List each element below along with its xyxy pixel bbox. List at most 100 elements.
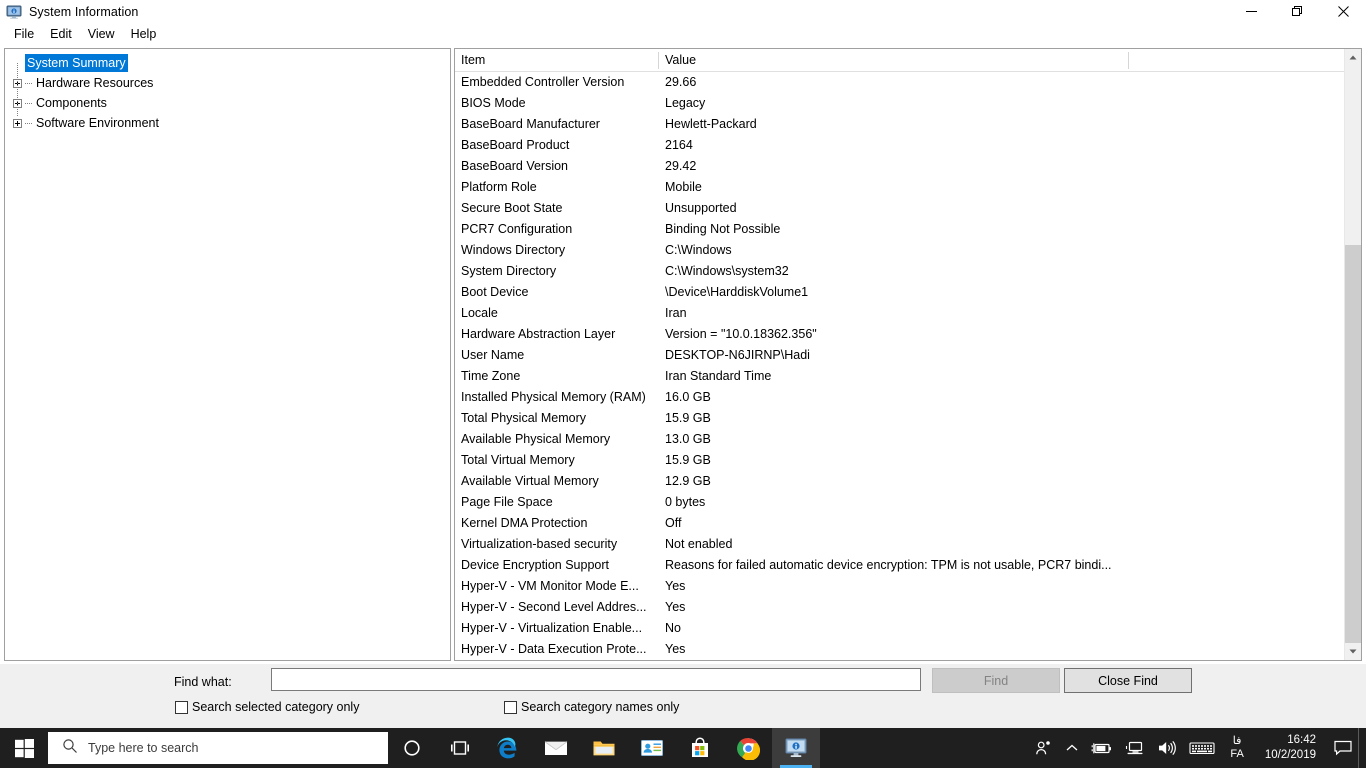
list-row[interactable]: Time Zone Iran Standard Time xyxy=(455,366,1361,387)
cell-value: Legacy xyxy=(665,96,706,110)
plus-box[interactable] xyxy=(12,118,22,128)
touch-keyboard-icon[interactable] xyxy=(1183,728,1221,768)
cell-item: Total Virtual Memory xyxy=(461,453,575,467)
cell-value: No xyxy=(665,621,681,635)
search-placeholder: Type here to search xyxy=(88,741,199,755)
list-row[interactable]: Hyper-V - VM Monitor Mode E... Yes xyxy=(455,576,1361,597)
mail-icon[interactable] xyxy=(532,728,580,768)
find-input[interactable] xyxy=(271,668,921,691)
cell-value: \Device\HarddiskVolume1 xyxy=(665,285,809,299)
list-row[interactable]: Hyper-V - Second Level Addres... Yes xyxy=(455,597,1361,618)
scrollbar-thumb[interactable] xyxy=(1345,244,1361,643)
list-row[interactable]: User Name DESKTOP-N6JIRNP\Hadi xyxy=(455,345,1361,366)
cell-item: BaseBoard Product xyxy=(461,138,570,152)
list-row[interactable]: Installed Physical Memory (RAM) 16.0 GB xyxy=(455,387,1361,408)
column-header-value[interactable]: Value xyxy=(659,49,1129,72)
list-row[interactable]: Available Physical Memory 13.0 GB xyxy=(455,429,1361,450)
menu-file[interactable]: File xyxy=(6,24,42,44)
cell-item: Hyper-V - Virtualization Enable... xyxy=(461,621,643,635)
list-row[interactable]: Hyper-V - Data Execution Prote... Yes xyxy=(455,639,1361,660)
find-button[interactable]: Find xyxy=(932,668,1060,693)
cell-value: Mobile xyxy=(665,180,702,194)
microsoft-edge-icon[interactable] xyxy=(484,728,532,768)
menu-view[interactable]: View xyxy=(80,24,123,44)
list-row[interactable]: BaseBoard Version 29.42 xyxy=(455,156,1361,177)
network-icon[interactable] xyxy=(1119,728,1151,768)
close-icon[interactable] xyxy=(1320,0,1366,23)
cell-value: 15.9 GB xyxy=(665,453,711,467)
system-tray: فا FA 16:42 10/2/2019 xyxy=(1029,728,1366,768)
title-bar: System Information xyxy=(0,0,1366,23)
start-button[interactable] xyxy=(0,728,48,768)
people-icon[interactable] xyxy=(1029,728,1059,768)
scrollbar-track[interactable] xyxy=(1345,66,1361,643)
language-indicator[interactable]: فا FA xyxy=(1221,728,1252,768)
category-tree: System Summary Hardware Resources Componen… xyxy=(5,49,450,133)
list-row[interactable]: Boot Device \Device\HarddiskVolume1 xyxy=(455,282,1361,303)
list-row[interactable]: System Directory C:\Windows\system32 xyxy=(455,261,1361,282)
vertical-scrollbar[interactable] xyxy=(1344,49,1361,660)
taskbar-system-information-icon[interactable] xyxy=(772,728,820,768)
cortana-icon[interactable] xyxy=(388,728,436,768)
windows-logo-icon xyxy=(14,738,34,758)
list-row[interactable]: BaseBoard Product 2164 xyxy=(455,135,1361,156)
details-list-pane: Item Value Embedded Controller Version 29… xyxy=(454,48,1362,661)
action-center-icon[interactable] xyxy=(1328,728,1358,768)
clock[interactable]: 16:42 10/2/2019 xyxy=(1253,728,1328,768)
list-row[interactable]: Available Virtual Memory 12.9 GB xyxy=(455,471,1361,492)
cell-item: Embedded Controller Version xyxy=(461,75,625,89)
list-row[interactable]: Total Physical Memory 15.9 GB xyxy=(455,408,1361,429)
scroll-up-icon[interactable] xyxy=(1345,49,1361,66)
file-explorer-icon[interactable] xyxy=(580,728,628,768)
cell-item: Windows Directory xyxy=(461,243,566,257)
show-desktop-button[interactable] xyxy=(1358,728,1366,768)
menu-help[interactable]: Help xyxy=(123,24,165,44)
cell-value: C:\Windows\system32 xyxy=(665,264,789,278)
column-header-filler xyxy=(1129,49,1361,72)
contacts-people-icon[interactable] xyxy=(628,728,676,768)
show-hidden-icons-icon[interactable] xyxy=(1059,728,1085,768)
list-row[interactable]: Hardware Abstraction Layer Version = "10.… xyxy=(455,324,1361,345)
tree-connector-line xyxy=(25,82,32,84)
list-row[interactable]: Secure Boot State Unsupported xyxy=(455,198,1361,219)
list-row[interactable]: BIOS Mode Legacy xyxy=(455,93,1361,114)
tree-node-software-environment[interactable]: Software Environment xyxy=(5,113,450,133)
list-row[interactable]: Device Encryption Support Reasons for fai… xyxy=(455,555,1361,576)
search-category-names-checkbox[interactable]: Search category names only xyxy=(504,700,679,714)
menu-edit[interactable]: Edit xyxy=(42,24,80,44)
scroll-down-icon[interactable] xyxy=(1345,643,1361,660)
list-row[interactable]: Windows Directory C:\Windows xyxy=(455,240,1361,261)
list-row[interactable]: Hyper-V - Virtualization Enable... No xyxy=(455,618,1361,639)
task-view-icon[interactable] xyxy=(436,728,484,768)
microsoft-store-icon[interactable] xyxy=(676,728,724,768)
checkbox-box[interactable] xyxy=(175,700,188,714)
list-row[interactable]: Kernel DMA Protection Off xyxy=(455,513,1361,534)
volume-icon[interactable] xyxy=(1151,728,1183,768)
list-row[interactable]: Page File Space 0 bytes xyxy=(455,492,1361,513)
search-icon xyxy=(62,738,78,759)
cell-item: User Name xyxy=(461,348,525,362)
list-row[interactable]: Locale Iran xyxy=(455,303,1361,324)
minimize-icon[interactable] xyxy=(1228,0,1274,23)
tree-vertical-connector xyxy=(17,63,18,117)
list-row[interactable]: Embedded Controller Version 29.66 xyxy=(455,72,1361,93)
tree-node-system-summary[interactable]: System Summary xyxy=(5,53,450,73)
window-title: System Information xyxy=(29,4,139,19)
checkbox-box[interactable] xyxy=(504,700,517,714)
list-row[interactable]: Total Virtual Memory 15.9 GB xyxy=(455,450,1361,471)
tree-node-label: Components xyxy=(36,96,107,110)
tree-node-hardware-resources[interactable]: Hardware Resources xyxy=(5,73,450,93)
tree-node-components[interactable]: Components xyxy=(5,93,450,113)
search-selected-category-checkbox[interactable]: Search selected category only xyxy=(175,700,359,714)
list-row[interactable]: BaseBoard Manufacturer Hewlett-Packard xyxy=(455,114,1361,135)
taskbar-search-box[interactable]: Type here to search xyxy=(48,732,388,764)
google-chrome-icon[interactable] xyxy=(724,728,772,768)
restore-icon[interactable] xyxy=(1274,0,1320,23)
category-tree-pane: System Summary Hardware Resources Componen… xyxy=(4,48,451,661)
battery-charging-icon[interactable] xyxy=(1085,728,1119,768)
list-row[interactable]: Platform Role Mobile xyxy=(455,177,1361,198)
list-row[interactable]: Virtualization-based security Not enabled xyxy=(455,534,1361,555)
column-header-item[interactable]: Item xyxy=(455,49,659,72)
close-find-button[interactable]: Close Find xyxy=(1064,668,1192,693)
list-row[interactable]: PCR7 Configuration Binding Not Possible xyxy=(455,219,1361,240)
